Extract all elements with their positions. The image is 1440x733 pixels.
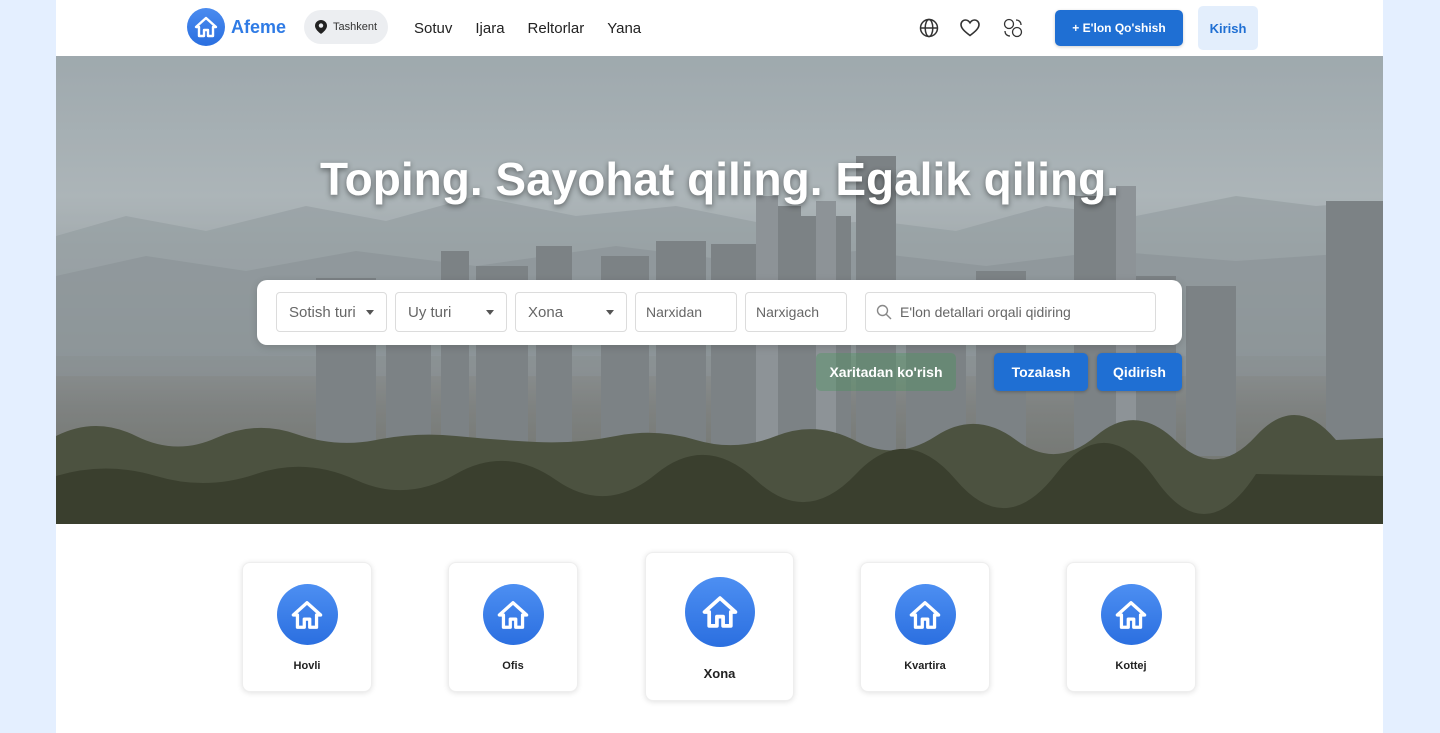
globe-icon[interactable] xyxy=(918,17,940,39)
category-label: Xona xyxy=(703,666,736,681)
nav-item-ijara[interactable]: Ijara xyxy=(475,20,504,37)
clear-button[interactable]: Tozalash xyxy=(994,353,1088,391)
nav-item-sotuv[interactable]: Sotuv xyxy=(414,20,452,37)
price-to-input[interactable]: Narxigach xyxy=(745,292,847,332)
city-label: Tashkent xyxy=(333,21,378,33)
category-label: Kottej xyxy=(1115,660,1147,672)
chevron-down-icon xyxy=(606,310,614,315)
price-to-placeholder: Narxigach xyxy=(756,304,820,320)
search-button[interactable]: Qidirish xyxy=(1097,353,1182,391)
category-label: Kvartira xyxy=(904,660,946,672)
sale-type-value: Sotish turi xyxy=(289,303,356,321)
hero-title: Toping. Sayohat qiling. Egalik qiling. xyxy=(319,153,1120,205)
price-from-placeholder: Narxidan xyxy=(646,304,703,320)
hero-section: Toping. Sayohat qiling. Egalik qiling. S… xyxy=(56,56,1383,524)
page: Afeme Tashkent Sotuv Ijara Reltorlar Yan… xyxy=(56,0,1383,733)
nav-item-yana[interactable]: Yana xyxy=(607,20,641,37)
home-icon xyxy=(482,584,544,645)
search-icon xyxy=(876,304,892,320)
city-selector[interactable]: Tashkent xyxy=(304,10,389,44)
rooms-select[interactable]: Xona xyxy=(515,292,627,332)
search-input[interactable]: E'lon detallari orqali qidiring xyxy=(865,292,1156,332)
view-map-button[interactable]: Xaritadan ko'rish xyxy=(816,353,956,391)
sale-type-select[interactable]: Sotish turi xyxy=(276,292,387,332)
currency-exchange-icon[interactable] xyxy=(1002,17,1024,39)
top-navbar: Afeme Tashkent Sotuv Ijara Reltorlar Yan… xyxy=(56,0,1383,56)
category-card-ofis[interactable]: Ofis xyxy=(448,562,578,692)
category-label: Hovli xyxy=(293,660,321,672)
category-label: Ofis xyxy=(502,660,524,672)
category-card-hovli[interactable]: Hovli xyxy=(242,562,372,692)
home-icon xyxy=(684,577,755,647)
house-type-value: Uy turi xyxy=(408,303,452,321)
location-pin-icon xyxy=(315,20,327,34)
add-listing-button[interactable]: + E'lon Qo'shish xyxy=(1055,10,1183,46)
main-nav: Sotuv Ijara Reltorlar Yana xyxy=(414,0,641,56)
heart-icon[interactable] xyxy=(959,17,981,39)
home-icon xyxy=(187,8,225,46)
nav-item-reltorlar[interactable]: Reltorlar xyxy=(528,20,585,37)
category-card-kottej[interactable]: Kottej xyxy=(1066,562,1196,692)
search-bar: Sotish turi Uy turi Xona Narxidan Narxig… xyxy=(257,280,1182,345)
category-card-kvartira[interactable]: Kvartira xyxy=(860,562,990,692)
logo-text: Afeme xyxy=(231,16,287,37)
home-icon xyxy=(1100,584,1162,645)
chevron-down-icon xyxy=(486,310,494,315)
home-icon xyxy=(894,584,956,645)
chevron-down-icon xyxy=(366,310,374,315)
home-icon xyxy=(276,584,338,645)
logo[interactable]: Afeme xyxy=(187,8,286,46)
house-type-select[interactable]: Uy turi xyxy=(395,292,507,332)
search-placeholder: E'lon detallari orqali qidiring xyxy=(900,304,1071,320)
category-card-xona[interactable]: Xona xyxy=(645,552,794,701)
login-button[interactable]: Kirish xyxy=(1198,6,1258,50)
rooms-value: Xona xyxy=(528,303,564,321)
price-from-input[interactable]: Narxidan xyxy=(635,292,737,332)
